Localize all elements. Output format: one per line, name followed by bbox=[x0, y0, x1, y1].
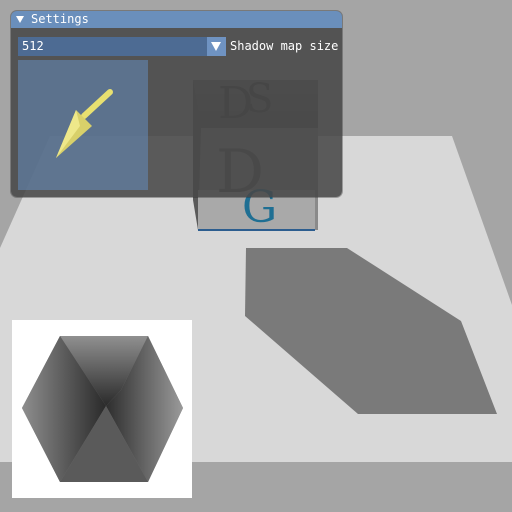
window-title: Settings bbox=[31, 12, 89, 26]
light-direction-gizmo[interactable] bbox=[18, 60, 148, 190]
shadow-map-size-label: Shadow map size bbox=[230, 39, 339, 53]
settings-title-bar[interactable]: Settings bbox=[11, 11, 342, 28]
triangle-down-icon[interactable] bbox=[16, 16, 24, 23]
combo-dropdown-button[interactable] bbox=[207, 37, 226, 56]
shadow-depth-preview bbox=[12, 320, 192, 498]
settings-window[interactable]: Settings 512 Shadow map size bbox=[11, 11, 342, 197]
shadow-map-size-combo[interactable]: 512 bbox=[18, 37, 226, 56]
chevron-down-icon bbox=[211, 42, 221, 51]
combo-value: 512 bbox=[22, 39, 44, 53]
arrow-icon bbox=[56, 89, 113, 158]
